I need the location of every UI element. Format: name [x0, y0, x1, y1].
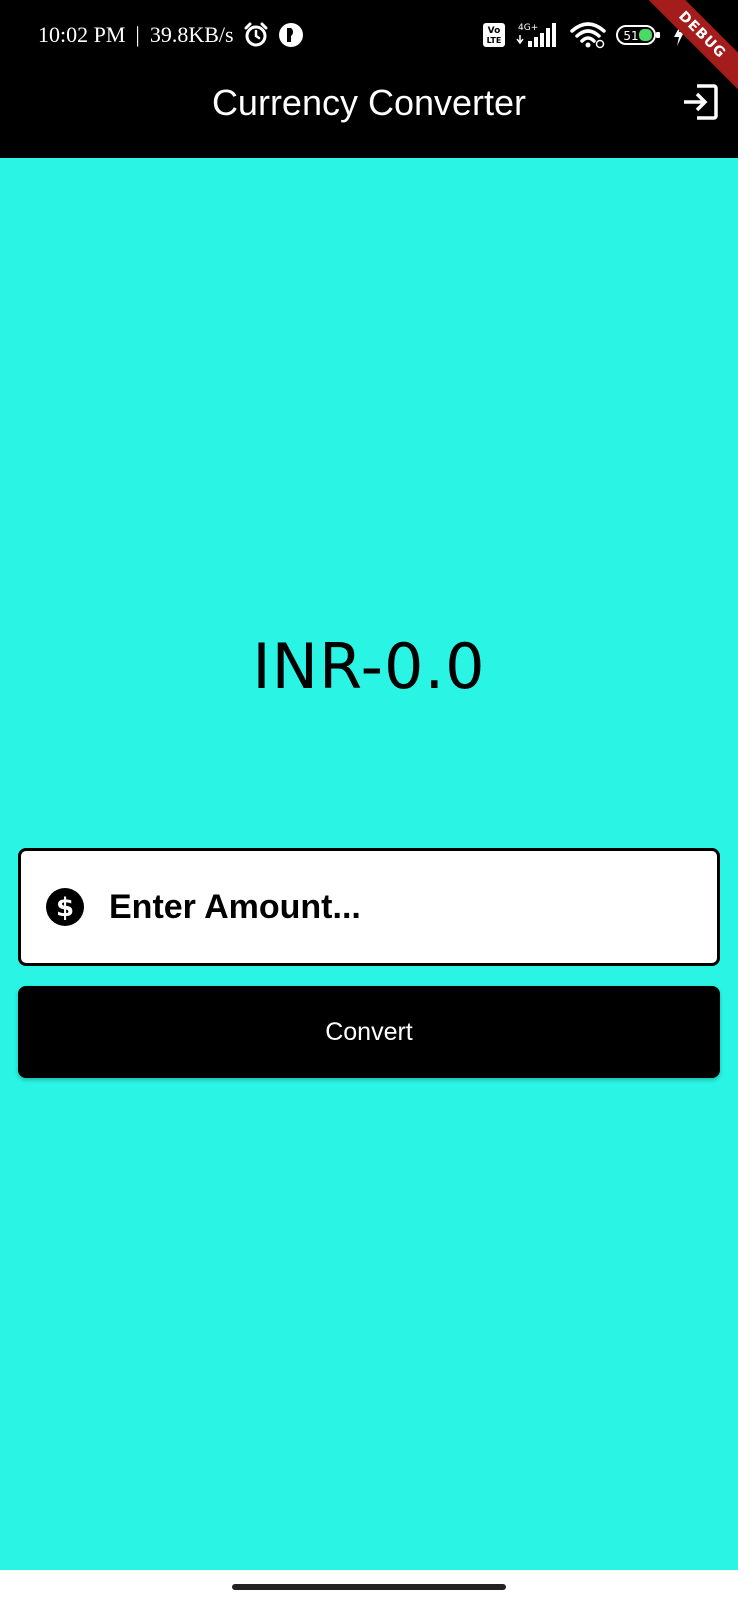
status-bar-left: 10:02 PM | 39.8KB/s	[38, 18, 304, 52]
wifi-icon	[570, 21, 606, 49]
app-notification-icon	[278, 22, 304, 48]
dollar-circle-icon: $	[45, 887, 85, 927]
alarm-icon	[242, 21, 270, 49]
logout-icon	[681, 83, 719, 126]
status-bar-right: Vo LTE 4G+ 51	[482, 18, 686, 52]
network-type: 4G+	[518, 23, 538, 33]
status-time: 10:02 PM	[38, 22, 126, 47]
svg-text:$: $	[56, 893, 74, 923]
network-speed: 39.8KB/s	[149, 22, 234, 47]
amount-field[interactable]: $	[18, 848, 720, 966]
status-separator: |	[135, 22, 140, 47]
top-bar: 10:02 PM | 39.8KB/s Vo LTE 4G+ 51 DEBUG …	[0, 0, 738, 158]
volte-label-top: Vo	[488, 26, 501, 36]
convert-button[interactable]: Convert	[18, 986, 720, 1078]
battery-icon: 51	[616, 24, 662, 46]
logout-button[interactable]	[680, 83, 720, 126]
battery-level: 51	[623, 29, 638, 43]
volte-label-bottom: LTE	[487, 36, 502, 45]
page-title: Currency Converter	[211, 82, 527, 123]
signal-icon: 4G+	[516, 21, 560, 49]
conversion-result: INR-0.0	[252, 630, 486, 703]
amount-input[interactable]	[109, 887, 669, 927]
app-screen: 10:02 PM | 39.8KB/s Vo LTE 4G+ 51 DEBUG …	[0, 0, 738, 1600]
home-indicator[interactable]	[232, 1584, 506, 1590]
volte-icon: Vo LTE	[482, 22, 506, 48]
